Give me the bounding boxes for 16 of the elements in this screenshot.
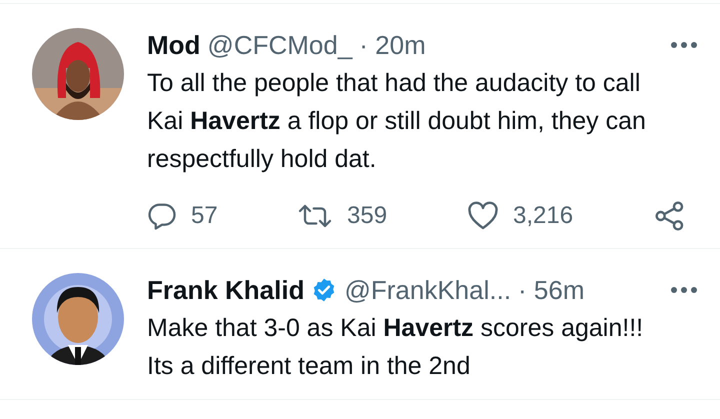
share-icon[interactable] <box>654 200 686 232</box>
like-count: 3,216 <box>513 201 574 231</box>
author-handle[interactable]: @FrankKhal... <box>344 273 512 307</box>
tweet-text: Make that 3-0 as Kai Havertz scores again!!! Its a different team in the 2nd <box>147 313 644 382</box>
timestamp[interactable]: · 56m <box>518 273 585 307</box>
reply-count: 57 <box>191 201 218 231</box>
author-name[interactable]: Frank Khalid <box>147 273 304 307</box>
heart-icon[interactable] <box>467 201 499 231</box>
reply-icon[interactable] <box>147 201 177 231</box>
retweet-count: 359 <box>347 201 388 231</box>
more-options-icon[interactable] <box>670 286 698 294</box>
tweet-text: To all the people that had the audacity to call Kai Havertz a flop or still doubt him, they can respectfully hold dat. <box>147 68 647 175</box>
author-name[interactable]: Mod <box>147 28 200 62</box>
timestamp[interactable]: · 20m <box>359 28 426 62</box>
more-options-icon[interactable] <box>670 41 698 49</box>
author-handle[interactable]: @CFCMod_ <box>207 28 352 62</box>
